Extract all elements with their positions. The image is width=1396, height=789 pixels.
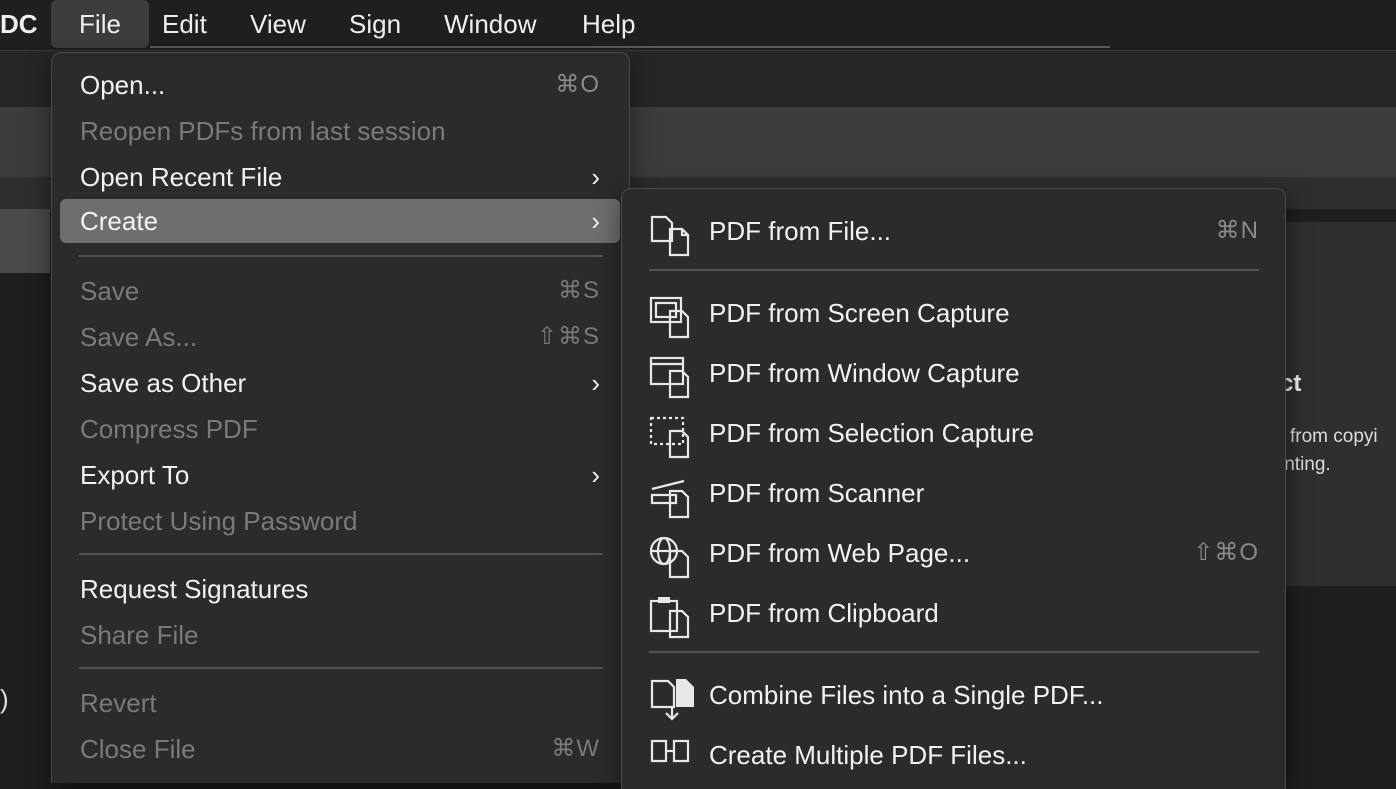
menu-item-label: Request Signatures xyxy=(80,574,309,604)
chevron-right-icon: › xyxy=(591,206,600,236)
menu-item-label: Reopen PDFs from last session xyxy=(80,116,446,146)
submenu-item-label: PDF from Scanner xyxy=(709,478,925,508)
menu-window[interactable]: Window xyxy=(444,0,536,48)
selection-capture-icon xyxy=(648,415,696,461)
menu-item-revert[interactable]: Revert xyxy=(60,681,620,725)
menu-item-label: Save xyxy=(80,276,140,306)
submenu-item-label: PDF from Window Capture xyxy=(709,358,1020,388)
menu-item-label: Save as Other xyxy=(80,368,247,398)
submenu-item-label: PDF from Clipboard xyxy=(709,598,939,628)
menu-file[interactable]: File xyxy=(51,0,149,48)
menu-item-close-file[interactable]: Close File ⌘W xyxy=(60,727,620,771)
multiple-pdf-icon xyxy=(648,737,696,783)
menu-item-label: Open... xyxy=(80,70,166,100)
chevron-right-icon: › xyxy=(591,368,600,398)
menu-item-save-as[interactable]: Save As... ⇧⌘S xyxy=(60,315,620,359)
menu-item-label: Export To xyxy=(80,460,190,490)
sidebar-selected-item[interactable] xyxy=(0,209,50,273)
create-submenu: PDF from File... ⌘N PDF from Screen Capt… xyxy=(621,188,1286,789)
menu-item-label: Close File xyxy=(80,734,196,764)
submenu-item-window-capture[interactable]: PDF from Window Capture xyxy=(622,345,1285,401)
shortcut: ⌘O xyxy=(555,71,600,98)
menubar: DC File Edit View Sign Window Help xyxy=(0,0,1396,48)
submenu-item-label: Combine Files into a Single PDF... xyxy=(709,680,1104,710)
menu-help[interactable]: Help xyxy=(582,0,635,48)
scanner-icon xyxy=(648,475,696,521)
menu-separator xyxy=(649,269,1259,271)
menu-item-label: Compress PDF xyxy=(80,414,258,444)
shortcut: ⌘S xyxy=(557,277,600,304)
app-name[interactable]: DC xyxy=(0,0,38,48)
shortcut: ⇧⌘S xyxy=(536,323,600,350)
clipboard-icon xyxy=(648,595,696,641)
shortcut: ⌘N xyxy=(1215,217,1259,244)
menu-item-label: Open Recent File xyxy=(80,162,283,192)
chevron-right-icon: › xyxy=(591,460,600,490)
shortcut: ⇧⌘O xyxy=(1193,539,1259,566)
submenu-item-label: PDF from Selection Capture xyxy=(709,418,1035,448)
background-card: ct from copyi inting. xyxy=(1280,222,1396,586)
submenu-item-pdf-from-file[interactable]: PDF from File... ⌘N xyxy=(622,203,1285,259)
menu-item-save-as-other[interactable]: Save as Other › xyxy=(60,361,620,405)
globe-icon xyxy=(648,535,696,581)
menu-item-label: Save As... xyxy=(80,322,198,352)
menu-separator xyxy=(649,651,1259,653)
menu-sign[interactable]: Sign xyxy=(349,0,401,48)
submenu-item-web-page[interactable]: PDF from Web Page... ⇧⌘O xyxy=(622,525,1285,581)
card-text: from copyi xyxy=(1290,426,1378,447)
menu-item-save[interactable]: Save ⌘S xyxy=(60,269,620,313)
pdf-from-file-icon xyxy=(648,213,696,259)
menu-item-request-signatures[interactable]: Request Signatures xyxy=(60,567,620,611)
menu-edit[interactable]: Edit xyxy=(162,0,207,48)
shortcut: ⌘W xyxy=(551,735,600,762)
submenu-item-multiple[interactable]: Create Multiple PDF Files... xyxy=(622,727,1285,783)
card-text: inting. xyxy=(1280,454,1331,475)
menu-item-create[interactable]: Create › xyxy=(60,199,620,243)
submenu-item-scanner[interactable]: PDF from Scanner xyxy=(622,465,1285,521)
chevron-right-icon: › xyxy=(591,162,600,192)
menu-item-label: Create xyxy=(80,206,159,236)
file-menu: Open... ⌘O Reopen PDFs from last session… xyxy=(51,52,630,783)
submenu-item-label: PDF from Screen Capture xyxy=(709,298,1010,328)
window-capture-icon xyxy=(648,355,696,401)
menu-separator xyxy=(79,667,603,669)
menubar-divider xyxy=(150,46,1110,48)
menu-item-reopen[interactable]: Reopen PDFs from last session xyxy=(60,109,620,153)
submenu-item-screen-capture[interactable]: PDF from Screen Capture xyxy=(622,285,1285,341)
sidebar-fragment: ) xyxy=(0,684,9,714)
menu-item-label: Protect Using Password xyxy=(80,506,358,536)
submenu-item-selection-capture[interactable]: PDF from Selection Capture xyxy=(622,405,1285,461)
menu-item-label: Share File xyxy=(80,620,199,650)
menu-item-open-recent[interactable]: Open Recent File › xyxy=(60,155,620,199)
submenu-item-label: PDF from File... xyxy=(709,216,892,246)
submenu-item-label: Create Multiple PDF Files... xyxy=(709,740,1027,770)
menu-item-compress[interactable]: Compress PDF xyxy=(60,407,620,451)
submenu-item-clipboard[interactable]: PDF from Clipboard xyxy=(622,585,1285,641)
menu-item-share-file[interactable]: Share File xyxy=(60,613,620,657)
menu-separator xyxy=(79,553,603,555)
submenu-item-label: PDF from Web Page... xyxy=(709,538,971,568)
menu-item-protect[interactable]: Protect Using Password xyxy=(60,499,620,543)
combine-files-icon xyxy=(648,677,696,723)
submenu-item-combine[interactable]: Combine Files into a Single PDF... xyxy=(622,667,1285,723)
menu-item-open[interactable]: Open... ⌘O xyxy=(60,63,620,107)
screen-capture-icon xyxy=(648,295,696,341)
menu-item-export-to[interactable]: Export To › xyxy=(60,453,620,497)
menu-item-label: Revert xyxy=(80,688,157,718)
menu-separator xyxy=(79,255,603,257)
menu-view[interactable]: View xyxy=(250,0,306,48)
